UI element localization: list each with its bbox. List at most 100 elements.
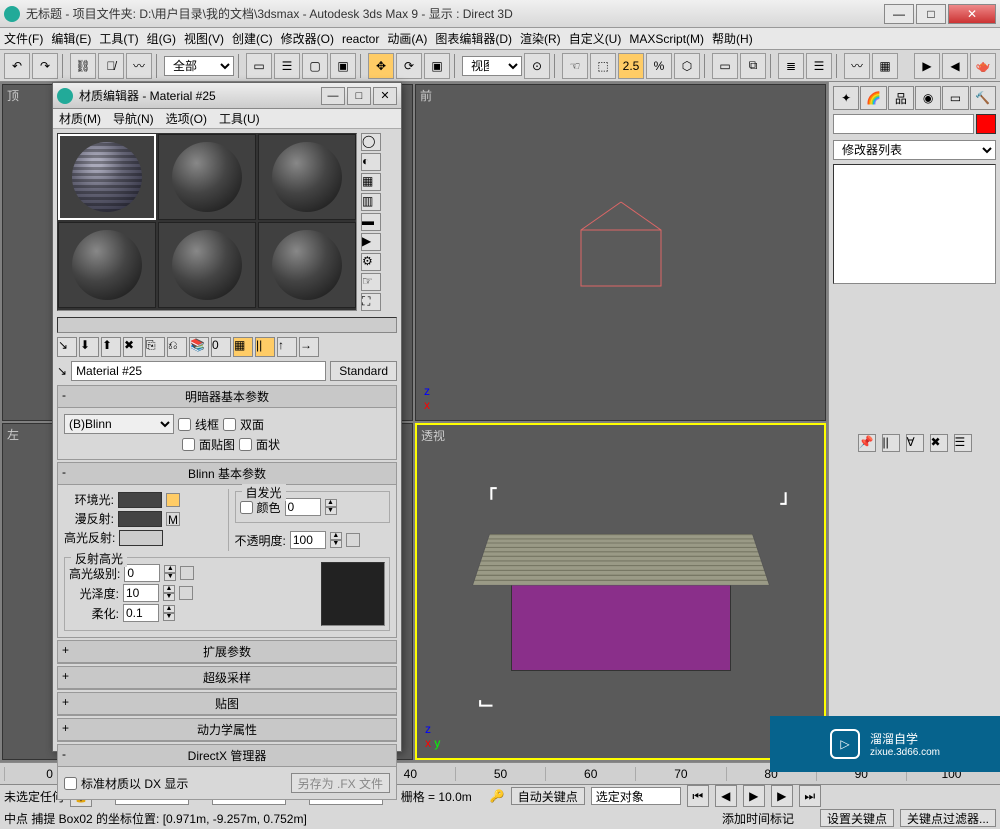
remove-modifier-button[interactable]: ✖ — [930, 434, 948, 452]
percent-snap-button[interactable]: % — [646, 53, 672, 79]
background-button[interactable]: ▦ — [361, 173, 381, 191]
make-unique-button[interactable]: ⎌ — [167, 337, 187, 357]
window-crossing-button[interactable]: ▣ — [330, 53, 356, 79]
make-unique-button[interactable]: ∀ — [906, 434, 924, 452]
play-button[interactable]: ▶ — [743, 785, 765, 807]
bind-spacewarp-button[interactable]: 〰 — [126, 53, 152, 79]
snap-toggle-button[interactable]: ⬚ — [590, 53, 616, 79]
maximize-button[interactable]: □ — [916, 4, 946, 24]
menu-edit[interactable]: 编辑(E) — [51, 30, 91, 47]
material-slot-6[interactable] — [258, 222, 356, 308]
modifier-stack-list[interactable] — [833, 164, 996, 284]
get-material-button[interactable]: ↘ — [57, 337, 77, 357]
show-end-result-button[interactable]: || — [882, 434, 900, 452]
menu-file[interactable]: 文件(F) — [4, 30, 43, 47]
material-slot-scrollbar[interactable] — [57, 317, 397, 333]
ambient-lock-icon[interactable] — [166, 493, 180, 507]
pin-stack-button[interactable]: 📌 — [858, 434, 876, 452]
spinner-snap-button[interactable]: ⬡ — [674, 53, 700, 79]
two-sided-checkbox[interactable] — [223, 418, 236, 431]
named-selection-button[interactable]: ▭ — [712, 53, 738, 79]
menu-views[interactable]: 视图(V) — [184, 30, 224, 47]
reference-coord-select[interactable]: 视图 — [462, 56, 522, 76]
next-frame-button[interactable]: ▶ — [771, 785, 793, 807]
configure-sets-button[interactable]: ☰ — [954, 434, 972, 452]
material-slot-5[interactable] — [158, 222, 256, 308]
key-filter-button[interactable]: 关键点过滤器... — [900, 809, 996, 827]
rollout-maps[interactable]: +贴图 — [58, 693, 396, 715]
rollout-header-blinn[interactable]: -Blinn 基本参数 — [58, 463, 396, 485]
material-editor-titlebar[interactable]: 材质编辑器 - Material #25 — □ ✕ — [53, 83, 401, 109]
glossiness-input[interactable] — [123, 584, 159, 602]
mat-menu-navigation[interactable]: 导航(N) — [113, 110, 154, 127]
menu-reactor[interactable]: reactor — [342, 32, 379, 46]
save-fx-button[interactable]: 另存为 .FX 文件 — [291, 773, 390, 793]
mat-menu-material[interactable]: 材质(M) — [59, 110, 101, 127]
create-tab[interactable]: ✦ — [833, 86, 859, 110]
unlink-button[interactable]: ⛓̸ — [98, 53, 124, 79]
menu-tools[interactable]: 工具(T) — [99, 30, 138, 47]
render-scene-button[interactable]: ◀ — [942, 53, 968, 79]
rollout-header-shader[interactable]: -明暗器基本参数 — [58, 386, 396, 408]
motion-tab[interactable]: ◉ — [915, 86, 941, 110]
menu-group[interactable]: 组(G) — [147, 30, 176, 47]
menu-animation[interactable]: 动画(A) — [387, 30, 427, 47]
minimize-button[interactable]: — — [884, 4, 914, 24]
diffuse-map-button[interactable]: M — [166, 512, 180, 526]
close-button[interactable]: ✕ — [948, 4, 996, 24]
specular-color-swatch[interactable] — [119, 530, 163, 546]
auto-key-button[interactable]: 自动关键点 — [511, 787, 585, 805]
object-name-input[interactable] — [833, 114, 974, 134]
material-slot-3[interactable] — [258, 134, 356, 220]
self-illum-value-input[interactable] — [285, 498, 321, 516]
mat-minimize-button[interactable]: — — [321, 87, 345, 105]
rect-region-button[interactable]: ▢ — [302, 53, 328, 79]
viewport-front[interactable]: 前 zx — [415, 84, 826, 421]
goto-end-button[interactable]: ⏭ — [799, 785, 821, 807]
go-forward-button[interactable]: → — [299, 337, 319, 357]
put-to-scene-button[interactable]: ⬇ — [79, 337, 99, 357]
menu-maxscript[interactable]: MAXScript(M) — [629, 32, 704, 46]
curve-editor-button[interactable]: 〰 — [844, 53, 870, 79]
select-by-name-button[interactable]: ☰ — [274, 53, 300, 79]
ambient-color-swatch[interactable] — [118, 492, 162, 508]
menu-modifiers[interactable]: 修改器(O) — [281, 30, 334, 47]
menu-render[interactable]: 渲染(R) — [520, 30, 561, 47]
face-map-checkbox[interactable] — [182, 438, 195, 451]
select-object-button[interactable]: ▭ — [246, 53, 272, 79]
put-to-library-button[interactable]: 📚 — [189, 337, 209, 357]
material-editor-button[interactable]: ▶ — [914, 53, 940, 79]
undo-button[interactable]: ↶ — [4, 53, 30, 79]
selection-filter-select[interactable]: 全部 — [164, 56, 234, 76]
diffuse-color-swatch[interactable] — [118, 511, 162, 527]
mirror-button[interactable]: ⧉ — [740, 53, 766, 79]
reset-map-button[interactable]: ✖ — [123, 337, 143, 357]
modify-tab[interactable]: 🌈 — [860, 86, 886, 110]
sample-type-button[interactable]: ◯ — [361, 133, 381, 151]
pivot-center-button[interactable]: ⊙ — [524, 53, 550, 79]
opacity-input[interactable] — [290, 531, 326, 549]
viewport-perspective[interactable]: 透视 「 」 ﹂ zx y — [415, 423, 826, 760]
menu-create[interactable]: 创建(C) — [232, 30, 273, 47]
material-slot-2[interactable] — [158, 134, 256, 220]
angle-snap-button[interactable]: 2.5 — [618, 53, 644, 79]
dx-display-checkbox[interactable] — [64, 777, 77, 790]
mat-close-button[interactable]: ✕ — [373, 87, 397, 105]
self-illum-color-checkbox[interactable] — [240, 501, 253, 514]
object-color-swatch[interactable] — [976, 114, 996, 134]
rollout-directx[interactable]: -DirectX 管理器 — [58, 745, 396, 767]
soften-input[interactable] — [123, 604, 159, 622]
quick-render-button[interactable]: 🫖 — [970, 53, 996, 79]
modifier-list-select[interactable]: 修改器列表 — [833, 140, 996, 160]
glossiness-map-button[interactable] — [179, 586, 193, 600]
hierarchy-tab[interactable]: 品 — [888, 86, 914, 110]
schematic-button[interactable]: ▦ — [872, 53, 898, 79]
faceted-checkbox[interactable] — [239, 438, 252, 451]
menu-customize[interactable]: 自定义(U) — [569, 30, 622, 47]
set-key-button[interactable]: 设置关键点 — [820, 809, 894, 827]
utilities-tab[interactable]: 🔨 — [970, 86, 996, 110]
select-move-button[interactable]: ✥ — [368, 53, 394, 79]
mat-menu-utilities[interactable]: 工具(U) — [219, 110, 260, 127]
shader-type-select[interactable]: (B)Blinn — [64, 414, 174, 434]
goto-start-button[interactable]: ⏮ — [687, 785, 709, 807]
